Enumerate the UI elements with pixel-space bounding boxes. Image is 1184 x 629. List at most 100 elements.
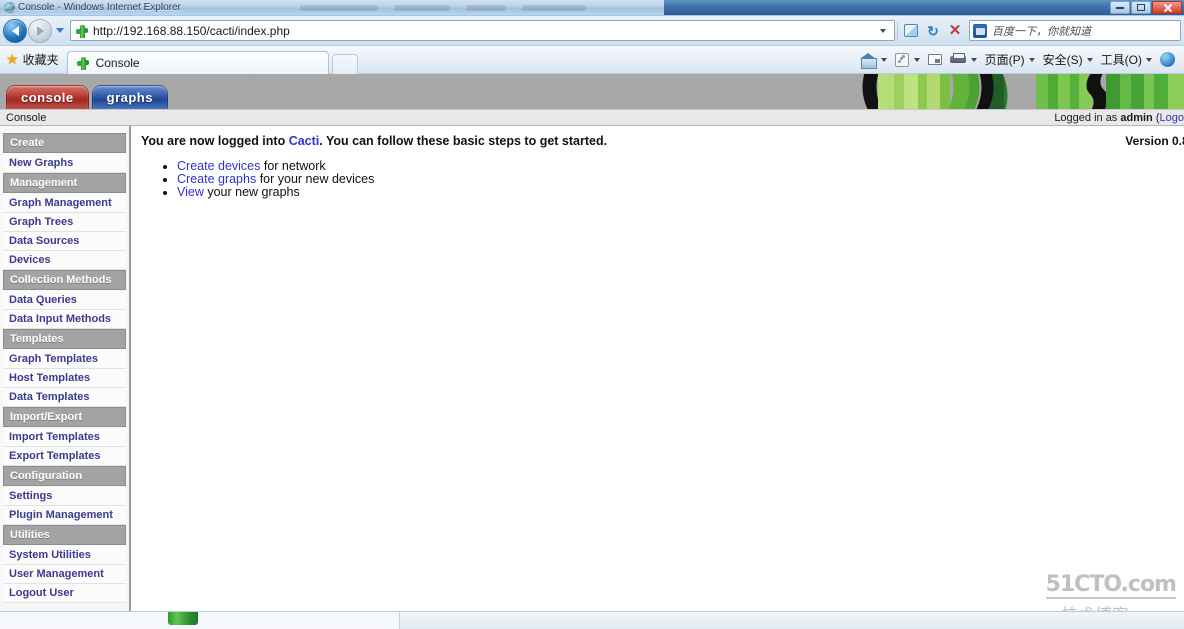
login-paren: ( (1152, 111, 1160, 124)
title-bar-gradient (664, 0, 1184, 15)
watermark: 51CTO.com 技术博客 Blog (1045, 572, 1177, 611)
login-prefix: Logged in as (1054, 111, 1121, 124)
welcome-message: You are now logged into Cacti. You can f… (141, 134, 607, 148)
breadcrumb-bar: Console Logged in as admin (Logo (0, 109, 1184, 126)
login-status: Logged in as admin (Logo (1054, 112, 1184, 124)
welcome-before: You are now logged into (141, 134, 289, 148)
tab-console[interactable]: console (6, 85, 89, 109)
home-button[interactable] (857, 52, 890, 69)
sidebar-item-import-templates[interactable]: Import Templates (3, 428, 126, 447)
sidebar-item-user-management[interactable]: User Management (3, 565, 126, 584)
forward-arrow-icon (36, 25, 44, 36)
step-link[interactable]: Create devices (177, 159, 260, 173)
sidebar-item-graph-templates[interactable]: Graph Templates (3, 350, 126, 369)
sidebar-header-import-export: Import/Export (3, 407, 126, 427)
sidebar-item-graph-management[interactable]: Graph Management (3, 194, 126, 213)
close-button[interactable] (1152, 1, 1182, 14)
close-icon: ✕ (948, 22, 962, 39)
compatibility-view-button[interactable] (900, 20, 922, 41)
chevron-down-icon (1028, 57, 1035, 62)
safety-menu-label: 安全(S) (1042, 53, 1083, 67)
search-box[interactable]: 百度一下，你就知道 (969, 20, 1181, 41)
sidebar-item-graph-trees[interactable]: Graph Trees (3, 213, 126, 232)
step-link[interactable]: View (177, 185, 204, 199)
tab-strip: Console (66, 46, 358, 74)
logout-link[interactable]: Logo (1160, 112, 1184, 124)
sidebar-menu: Create New Graphs Management Graph Manageme… (3, 133, 126, 603)
recent-pages-button[interactable] (53, 19, 67, 43)
sidebar-header-utilities: Utilities (3, 525, 126, 545)
watermark-subtitle-cn: 技术博客 (1062, 601, 1130, 611)
page-menu-button[interactable]: 页面(P) (982, 51, 1038, 68)
cacti-tab-bar: console graphs (6, 85, 171, 109)
cacti-link[interactable]: Cacti (289, 134, 320, 148)
stop-button[interactable]: ✕ (944, 20, 966, 41)
step-link[interactable]: Create graphs (177, 172, 256, 186)
sidebar-item-system-utilities[interactable]: System Utilities (3, 546, 126, 565)
maximize-button[interactable] (1131, 1, 1151, 14)
refresh-button[interactable]: ↻ (922, 20, 944, 41)
new-tab-button[interactable] (331, 53, 358, 74)
tools-menu-button[interactable]: 工具(O) (1098, 51, 1155, 68)
divider (897, 21, 898, 40)
address-bar[interactable]: http://192.168.88.150/cacti/index.php (70, 20, 895, 41)
body-wrapper: Create New Graphs Management Graph Manageme… (0, 126, 1184, 611)
sidebar-item-data-templates[interactable]: Data Templates (3, 388, 126, 407)
search-input[interactable]: 百度一下，你就知道 (992, 23, 1091, 39)
sidebar-item-logout-user[interactable]: Logout User (3, 584, 126, 603)
sidebar-item-settings[interactable]: Settings (3, 487, 126, 506)
print-button[interactable] (947, 53, 980, 66)
help-button[interactable] (1157, 52, 1178, 67)
star-icon[interactable]: ★ (6, 51, 19, 68)
browser-tab-console[interactable]: Console (66, 50, 329, 74)
sidebar-item-devices[interactable]: Devices (3, 251, 126, 270)
back-button[interactable] (3, 18, 27, 43)
sidebar-header-configuration: Configuration (3, 466, 126, 486)
chevron-down-icon (880, 28, 886, 33)
command-bar: ★ 收藏夹 Console 页面(P) 安全(S) 工具(O) (0, 46, 1184, 74)
page-menu-label: 页面(P) (984, 53, 1025, 67)
sidebar-header-collection-methods: Collection Methods (3, 270, 126, 290)
sidebar-item-data-sources[interactable]: Data Sources (3, 232, 126, 251)
back-arrow-icon (11, 25, 19, 36)
home-icon (859, 52, 877, 69)
status-bar-zone (0, 612, 400, 629)
read-mail-button[interactable] (925, 54, 945, 65)
sidebar-item-data-input-methods[interactable]: Data Input Methods (3, 310, 126, 329)
watermark-title: 51CTO.com (1045, 572, 1177, 599)
rss-feed-icon (894, 52, 909, 67)
sidebar-item-host-templates[interactable]: Host Templates (3, 369, 126, 388)
main-content: You are now logged into Cacti. You can f… (131, 126, 1184, 611)
minimize-button[interactable] (1110, 1, 1130, 14)
step-text: your new graphs (203, 185, 300, 199)
browser-window: Console - Windows Internet Explorer http… (0, 0, 1184, 629)
sidebar-item-data-queries[interactable]: Data Queries (3, 291, 126, 310)
navigation-bar: http://192.168.88.150/cacti/index.php ↻ … (0, 16, 1184, 46)
sidebar-item-export-templates[interactable]: Export Templates (3, 447, 126, 466)
step-item: Create graphs for your new devices (177, 173, 1174, 186)
tab-graphs[interactable]: graphs (91, 85, 168, 109)
cactus-favicon (168, 612, 198, 625)
tab-title: Console (95, 55, 140, 70)
sidebar-header-templates: Templates (3, 329, 126, 349)
baidu-icon (973, 23, 987, 38)
sidebar-item-new-graphs[interactable]: New Graphs (3, 154, 126, 173)
chevron-down-icon (56, 28, 64, 33)
address-dropdown-button[interactable] (874, 28, 892, 33)
address-input[interactable]: http://192.168.88.150/cacti/index.php (93, 24, 290, 38)
feeds-button[interactable] (892, 52, 923, 67)
page-content: console graphs Console Logged in as admi… (0, 74, 1184, 611)
cactus-banner-graphic (854, 74, 1184, 109)
step-text: for network (260, 159, 326, 173)
printer-icon (949, 53, 966, 66)
forward-button[interactable] (28, 18, 52, 43)
breadcrumb: Console (6, 111, 47, 124)
sidebar-item-plugin-management[interactable]: Plugin Management (3, 506, 126, 525)
safety-menu-button[interactable]: 安全(S) (1040, 51, 1096, 68)
help-icon (1160, 52, 1175, 67)
title-bar: Console - Windows Internet Explorer (0, 0, 1184, 16)
welcome-after: . You can follow these basic steps to ge… (319, 134, 608, 148)
getting-started-steps: Create devices for networkCreate graphs … (159, 160, 1174, 199)
step-item: View your new graphs (177, 186, 1174, 199)
favorites-label[interactable]: 收藏夹 (23, 51, 59, 68)
